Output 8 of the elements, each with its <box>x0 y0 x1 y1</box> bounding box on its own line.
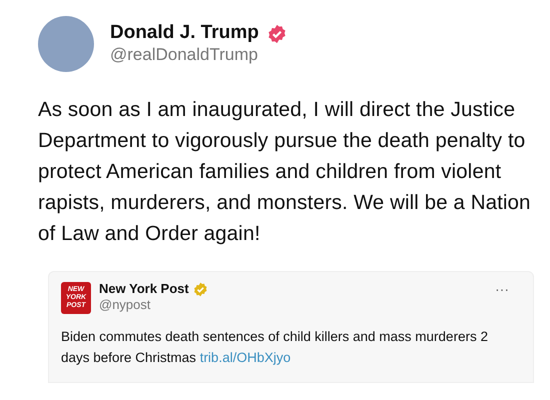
quoted-author-handle: @nypost <box>99 297 152 313</box>
author-name: Donald J. Trump <box>110 22 259 46</box>
author-handle: @realDonaldTrump <box>110 45 259 66</box>
quoted-post-text: Biden commutes death sentences of child killers and mass murderers 2 days before Christmas trib.al/OHbXjyo <box>61 328 489 367</box>
quoted-author-name: New York Post <box>99 282 189 297</box>
post-link[interactable]: trib.al/OHbXjyo <box>200 350 291 365</box>
post-text: As soon as I am inaugurated, I will direct the Justice Department to vigorously pursue the death penalty to protect American families and children from violent rapists, murderers, and monsters. We will be a Nation of Law and Order again! <box>38 97 532 247</box>
more-options-button[interactable]: ··· <box>495 282 509 296</box>
